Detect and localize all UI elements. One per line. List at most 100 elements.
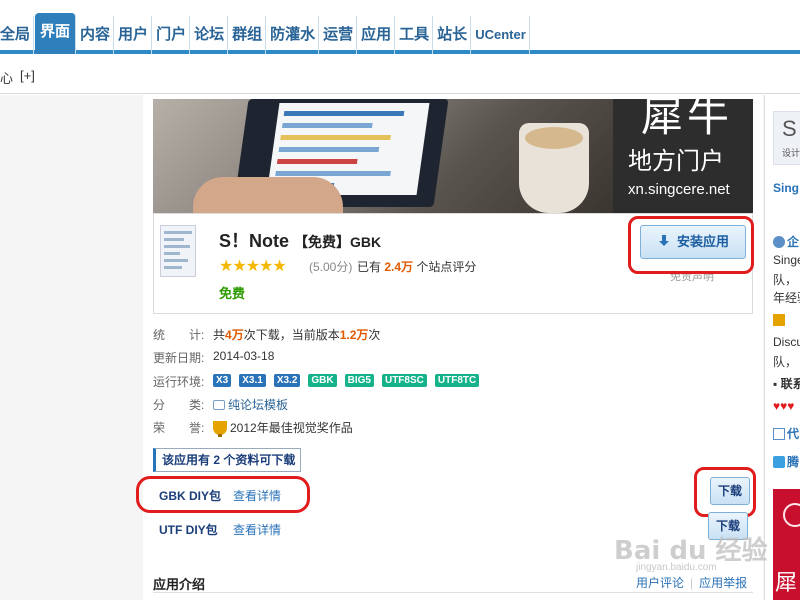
stats-downloads: 4万 [225, 328, 244, 342]
sidebar-text: Discu [773, 335, 800, 349]
package-details-link[interactable]: 查看详情 [233, 521, 281, 538]
env-label: 运行环境: [153, 375, 205, 389]
nav-tab[interactable]: 全局 [0, 16, 35, 54]
nav-tab[interactable]: 论坛 [191, 16, 229, 54]
env-badge: UTF8SC [381, 374, 427, 387]
hand-image [193, 177, 343, 213]
stats-label: 统 计: [153, 328, 205, 342]
price-label: 免费 [219, 286, 246, 301]
sidebar-text: Singe [773, 253, 800, 267]
intro-title: 应用介绍 [153, 577, 206, 592]
report-app-link[interactable]: 应用举报 [699, 576, 747, 590]
add-tab-button[interactable]: [+] [20, 68, 35, 83]
app-banner: 犀牛 地方门户 xn.singcere.net [153, 99, 753, 213]
sidebar-link-row: 腾 [773, 453, 799, 470]
env-badge: X3.1 [239, 374, 266, 387]
highlight-download [694, 467, 756, 517]
nav-tab[interactable]: 界面 [35, 13, 77, 54]
package-name: UTF DIY包 [159, 523, 218, 537]
ad-text: 犀 [775, 570, 798, 595]
downloads-header: 该应用有 2 个资料可下载 [153, 448, 301, 472]
stats-text-1: 共 [213, 328, 226, 342]
sidebar-text: 队， [773, 273, 798, 287]
logo-ring-icon [783, 503, 800, 527]
env-badge: BIG5 [344, 374, 374, 387]
nav-tab[interactable]: 用户 [115, 16, 153, 54]
env-badge: X3.2 [273, 374, 301, 387]
developer-name[interactable]: Sing [773, 181, 799, 195]
nav-tab[interactable]: 防灌水 [267, 16, 320, 54]
nav-tab[interactable]: UCenter [472, 16, 530, 54]
stats-value: 共4万次下载，当前版本1.2万次 [213, 326, 380, 343]
nav-tab[interactable]: 运营 [320, 16, 358, 54]
tag-icon [213, 400, 225, 410]
stats-version: 1.2万 [339, 328, 369, 342]
right-sidebar: S 设计 Sing 企 Singe 队， 年经验 Discu 队， ▪ 联系 ♥… [764, 95, 800, 600]
sidebar-contact-title: ▪ 联系 [773, 375, 800, 392]
sidebar-badge-row: 企 [773, 233, 799, 250]
env-badge: UTF8TC [434, 374, 480, 387]
sidebar-text: 队， [773, 355, 798, 369]
intro-divider [153, 592, 753, 593]
sidebar-badge-text[interactable]: 企 [787, 235, 799, 249]
banner-subtitle: 地方门户 [628, 147, 724, 175]
nav-tab[interactable]: 群组 [229, 16, 267, 54]
coffee-cup-image [519, 123, 589, 213]
sidebar-ad-banner[interactable]: 犀 [773, 489, 800, 600]
stats-text-3: 次 [368, 328, 381, 342]
highlight-install [628, 216, 754, 274]
contact-title-text: 联系 [780, 377, 800, 391]
logo-subtext: 设计 [782, 148, 800, 158]
developer-logo[interactable]: S 设计 [773, 111, 800, 165]
app-name-text: S！Note [219, 231, 290, 251]
watermark-url: jingyan.baidu.com [636, 562, 717, 573]
env-badge: X3 [213, 374, 232, 387]
honor-value: 2012年最佳视觉奖作品 [213, 419, 353, 437]
rating-count: 已有 2.4万 个站点评分 [357, 258, 476, 275]
user-reviews-link[interactable]: 用户评论 [636, 576, 684, 590]
rating-prefix: 已有 [357, 260, 382, 274]
app-name: S！Note 【免费】GBK [219, 227, 381, 253]
banner-title: 犀牛 [641, 99, 734, 141]
sidebar-link[interactable]: 代 [787, 427, 799, 441]
sidebar-link[interactable]: 腾 [787, 455, 799, 469]
stats-text-2: 次下载，当前版本 [243, 328, 340, 342]
nav-tab[interactable]: 应用 [358, 16, 396, 54]
nav-tabs: 全局 界面 内容 用户 门户 论坛 群组 防灌水 运营 应用 工具 站长 UCenter [0, 13, 531, 54]
rating-stars-icon: ★★★★★ [219, 258, 287, 275]
sub-bar: 心 [+] [0, 58, 800, 94]
sidebar-link-row: 代 [773, 425, 799, 442]
app-root: 全局 界面 内容 用户 门户 论坛 群组 防灌水 运营 应用 工具 站长 UCenter 心 [+] 犀… [0, 0, 800, 600]
app-thumbnail[interactable] [160, 225, 196, 277]
logo-letter: S [782, 116, 797, 141]
rating-score: (5.00分) [309, 260, 353, 274]
sub-bar-text: 心 [0, 71, 14, 86]
nav-tab[interactable]: 工具 [396, 16, 434, 54]
top-nav: 全局 界面 内容 用户 门户 论坛 群组 防灌水 运营 应用 工具 站长 UCenter [0, 0, 800, 54]
rating-suffix: 个站点评分 [416, 260, 477, 274]
user-icon [773, 236, 785, 248]
highlight-package [136, 476, 310, 513]
category-label: 分 类: [153, 398, 205, 412]
honor-label: 荣 誉: [153, 421, 205, 435]
app-price-tag: 【免费】GBK [294, 234, 382, 250]
chat-icon [773, 456, 785, 468]
sidebar-trophy-row [773, 313, 787, 327]
date-label: 更新日期: [153, 351, 205, 365]
category-link[interactable]: 纯论坛模板 [228, 398, 288, 412]
nav-tab[interactable]: 站长 [434, 16, 472, 54]
banner-url: xn.singcere.net [628, 181, 730, 198]
nav-tab[interactable]: 内容 [77, 16, 115, 54]
trophy-icon [773, 314, 785, 326]
sidebar-text: 年经验 [773, 291, 800, 305]
env-badges: X3 X3.1 X3.2 GBK BIG5 UTF8SC UTF8TC [213, 374, 480, 387]
honor-text: 2012年最佳视觉奖作品 [230, 421, 353, 435]
category-value: 纯论坛模板 [213, 396, 288, 413]
env-badge: GBK [308, 374, 337, 387]
hearts-icon: ♥♥♥ [773, 399, 795, 413]
nav-tab[interactable]: 门户 [153, 16, 191, 54]
trophy-icon [213, 421, 227, 437]
rating-count-value: 2.4万 [384, 260, 414, 274]
grid-icon [773, 428, 785, 440]
date-value: 2014-03-18 [213, 349, 275, 363]
